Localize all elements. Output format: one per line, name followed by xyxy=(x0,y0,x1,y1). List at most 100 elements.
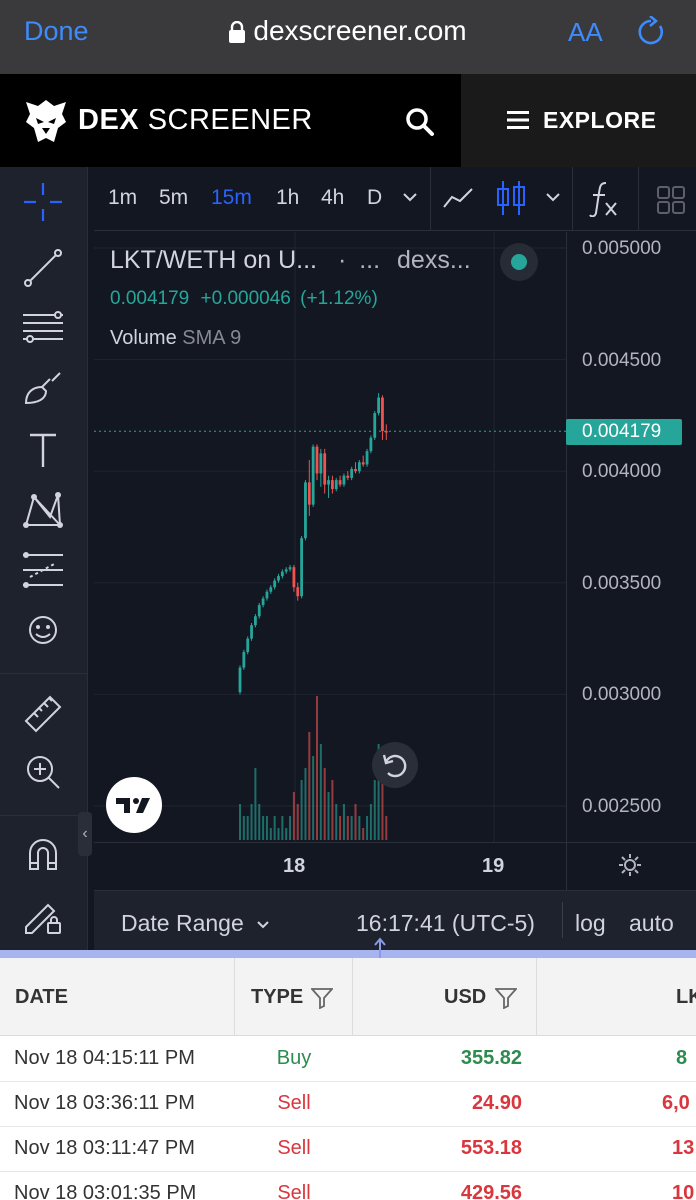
lock-drawings-icon[interactable] xyxy=(20,891,66,937)
time-axis[interactable] xyxy=(94,842,696,890)
trade-type: Buy xyxy=(276,1047,312,1069)
trade-usd: 429.56 xyxy=(460,1182,522,1200)
toolbar-divider xyxy=(430,167,431,231)
timezone-clock[interactable]: 16:17:41 (UTC-5) xyxy=(356,910,535,937)
search-icon[interactable] xyxy=(404,106,436,138)
panel-resize-handle[interactable] xyxy=(0,950,696,958)
interval-label: ... xyxy=(359,246,381,274)
toolbar-divider xyxy=(0,673,88,674)
volume-bar xyxy=(254,768,257,840)
pair-name: LKT/WETH on U... xyxy=(110,246,317,274)
reset-icon xyxy=(382,754,407,778)
trade-usd: 24.90 xyxy=(471,1092,522,1114)
crosshair-icon[interactable] xyxy=(20,179,66,225)
column-divider xyxy=(536,958,537,1036)
table-row[interactable]: Nov 18 03:01:35 PM Sell 429.56 10 xyxy=(0,1172,696,1200)
volume-bar xyxy=(258,804,261,840)
candle-body xyxy=(250,625,253,639)
collapse-toolbar-button[interactable]: ‹ xyxy=(78,812,92,856)
timeframe-15m[interactable]: 15m xyxy=(211,186,252,210)
candle-body xyxy=(346,475,350,478)
text-size-button[interactable]: AA xyxy=(568,17,603,48)
volume-bar xyxy=(265,816,268,840)
text-tool-icon[interactable] xyxy=(20,427,66,473)
candle-body xyxy=(319,453,323,474)
timeframe-d[interactable]: D xyxy=(367,186,382,210)
brush-icon[interactable] xyxy=(20,365,66,411)
zoom-in-icon[interactable] xyxy=(20,749,66,795)
chart-settings-gear-icon[interactable] xyxy=(617,852,643,883)
volume-bar xyxy=(366,816,369,840)
log-scale-toggle[interactable]: log xyxy=(575,910,606,937)
fib-retracement-icon[interactable] xyxy=(20,305,66,351)
volume-bar xyxy=(346,816,349,840)
table-row[interactable]: Nov 18 03:36:11 PM Sell 24.90 6,0 xyxy=(0,1082,696,1127)
trade-amount: 6,0 xyxy=(662,1092,690,1114)
date-range-button[interactable]: Date Range xyxy=(121,910,270,937)
line-chart-icon[interactable] xyxy=(442,183,476,218)
trade-type: Sell xyxy=(277,1137,311,1159)
candle-body xyxy=(296,587,300,597)
legend-separator: · xyxy=(337,246,347,274)
last-price: 0.004179 xyxy=(110,288,190,309)
prediction-icon[interactable] xyxy=(20,547,66,593)
market-status-indicator[interactable] xyxy=(500,243,538,281)
candle-body xyxy=(269,587,273,592)
pair-title[interactable]: LKT/WETH on U... · ... dexs... xyxy=(110,246,471,275)
explore-label: EXPLORE xyxy=(543,107,657,133)
pattern-icon[interactable] xyxy=(20,487,66,533)
type-filter-icon[interactable] xyxy=(309,987,335,1010)
emoji-icon[interactable] xyxy=(20,607,66,653)
timeframe-4h[interactable]: 4h xyxy=(321,186,344,210)
tradingview-logo-icon[interactable] xyxy=(106,777,162,833)
volume-bar xyxy=(277,828,280,840)
volume-bar xyxy=(296,804,299,840)
column-header-lkt[interactable]: LK xyxy=(676,986,696,1009)
candlestick-icon[interactable] xyxy=(494,179,528,222)
candle-body xyxy=(381,397,384,432)
indicators-fx-icon[interactable] xyxy=(588,179,622,222)
price-tick: 0.003000 xyxy=(582,684,662,705)
dexscreener-logo-icon[interactable] xyxy=(24,98,68,146)
volume-bar xyxy=(323,768,326,840)
volume-bar xyxy=(373,780,376,840)
volume-bar xyxy=(242,816,245,840)
url-text: dexscreener.com xyxy=(253,15,467,46)
trend-line-icon[interactable] xyxy=(20,245,66,291)
price-tick: 0.002500 xyxy=(582,796,662,817)
volume-bar xyxy=(358,816,361,840)
toolbar-divider xyxy=(638,167,639,231)
table-row[interactable]: Nov 18 04:15:11 PM Buy 355.82 8 xyxy=(0,1037,696,1082)
column-header-date[interactable]: DATE xyxy=(15,986,68,1009)
candle-body xyxy=(246,638,250,652)
candle-body xyxy=(323,453,327,485)
candle-body xyxy=(265,591,269,599)
timeframe-1h[interactable]: 1h xyxy=(276,186,299,210)
candle-body xyxy=(334,480,338,490)
timeframe-dropdown-icon[interactable] xyxy=(402,189,418,210)
chart-type-dropdown-icon[interactable] xyxy=(545,189,561,210)
price-tick: 0.004000 xyxy=(582,461,662,482)
volume-bar xyxy=(246,816,249,840)
volume-bar xyxy=(285,828,288,840)
table-row[interactable]: Nov 18 03:11:47 PM Sell 553.18 13 xyxy=(0,1127,696,1172)
layout-grid-icon[interactable] xyxy=(656,185,686,220)
time-tick: 19 xyxy=(482,855,505,877)
column-header-type[interactable]: TYPE xyxy=(251,986,303,1009)
reset-chart-button[interactable] xyxy=(372,742,418,788)
price-axis[interactable] xyxy=(566,232,696,842)
candle-body xyxy=(261,598,265,606)
explore-button[interactable]: EXPLORE xyxy=(461,74,696,167)
volume-bar xyxy=(369,804,372,840)
volume-legend[interactable]: Volume SMA 9 xyxy=(110,327,241,350)
auto-scale-toggle[interactable]: auto xyxy=(629,910,674,937)
volume-bar xyxy=(331,780,334,840)
volume-bar xyxy=(273,816,276,840)
timeframe-1m[interactable]: 1m xyxy=(108,186,137,210)
timeframe-5m[interactable]: 5m xyxy=(159,186,188,210)
usd-filter-icon[interactable] xyxy=(493,987,519,1010)
column-header-usd[interactable]: USD xyxy=(444,986,486,1009)
reload-icon[interactable] xyxy=(636,15,666,48)
ruler-icon[interactable] xyxy=(20,689,66,735)
magnet-icon[interactable] xyxy=(20,831,66,877)
